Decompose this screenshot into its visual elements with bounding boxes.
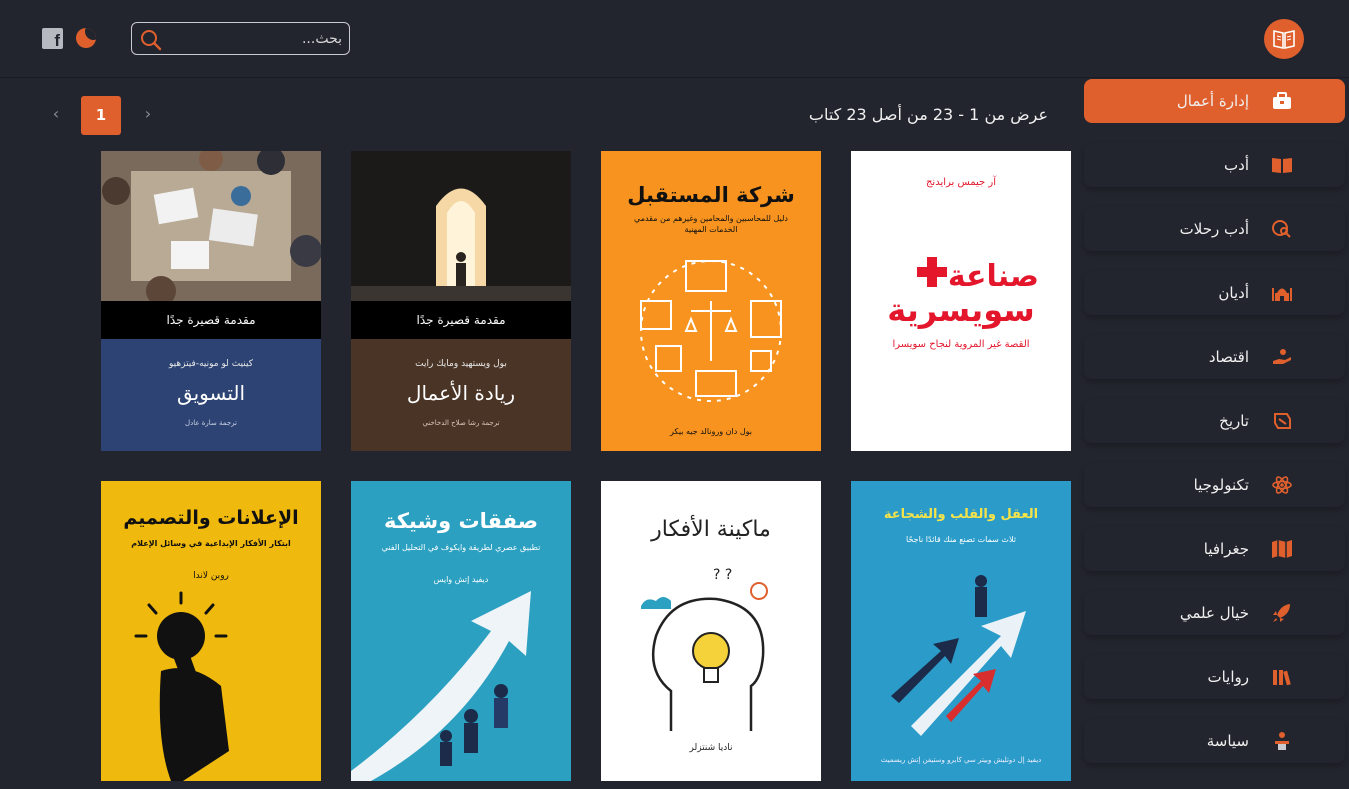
- arrows-illustration: [891, 575, 1026, 736]
- sidebar-item-label: سياسة: [1206, 732, 1249, 750]
- head-lightbulb-illustration: ? ?: [641, 567, 768, 731]
- book-subtitle: ثلاث سمات تصنع منك قائدًا ناجحًا: [906, 535, 1016, 544]
- book-subtitle: تطبيق عصري لطريقة وايكوف في التحليل الفن…: [381, 543, 541, 552]
- sidebar-item-history[interactable]: تاريخ: [1084, 399, 1345, 443]
- book-author: ديفيد إتش وايس: [433, 575, 489, 584]
- book-author: كينيث لو مونيه-فيتزهيو: [169, 359, 253, 369]
- book-title: شركة المستقبل: [627, 183, 795, 207]
- books-icon: [1273, 670, 1291, 686]
- book-title: ماكينة الأفكار: [651, 517, 771, 542]
- book-title: التسويق: [176, 381, 246, 405]
- book-card[interactable]: ماكينة الأفكار ? ? ناديا شنتزلر: [601, 481, 821, 781]
- sidebar-item-label: جغرافيا: [1203, 540, 1249, 558]
- book-subtitle: ابتكار الأفكار الإبداعية في وسائل الإعلا…: [131, 539, 291, 548]
- cover-image: [351, 151, 571, 301]
- mosque-icon: [1272, 288, 1292, 301]
- book-title: صفقات وشيكة: [383, 509, 539, 533]
- hand-coin-icon: [1273, 349, 1291, 364]
- sidebar-item-label: خيال علمي: [1179, 604, 1249, 622]
- book-title: ريادة الأعمال: [406, 381, 516, 405]
- sidebar-item-travel[interactable]: أدب رحلات: [1084, 207, 1345, 251]
- book-card[interactable]: آر جيمس برايدنج صناعة سويسرية القصة غير …: [851, 151, 1071, 451]
- site-logo[interactable]: [1264, 19, 1304, 59]
- scroll-icon: [1274, 413, 1291, 429]
- facebook-icon[interactable]: f: [42, 28, 63, 50]
- book-card[interactable]: مقدمة قصيرة جدًا بول ويستهيد ومايك رايت …: [351, 151, 571, 451]
- page-number-button[interactable]: 1: [81, 96, 121, 135]
- book-translator: ترجمة رشا صلاح الدخاخني: [422, 419, 500, 427]
- atom-icon: [1272, 476, 1292, 494]
- book-author: بول ويستهيد ومايك رايت: [415, 359, 507, 369]
- book-series: مقدمة قصيرة جدًا: [166, 313, 256, 327]
- book-card[interactable]: شركة المستقبل دليل للمحاسبين والمحامين و…: [601, 151, 821, 451]
- sidebar-item-religions[interactable]: أديان: [1084, 271, 1345, 315]
- sidebar-item-novels[interactable]: روايات: [1084, 655, 1345, 699]
- cover-illustration: [640, 260, 782, 402]
- book-title: الإعلانات والتصميم: [123, 507, 299, 529]
- book-card[interactable]: صفقات وشيكة تطبيق عصري لطريقة وايكوف في …: [351, 481, 571, 781]
- open-book-icon: [1273, 30, 1295, 49]
- sidebar-item-label: اقتصاد: [1208, 348, 1249, 366]
- sidebar-item-label: روايات: [1207, 668, 1249, 686]
- category-sidebar: إدارة أعمال أدب أدب رحلات أديان اقتصاد ت…: [1084, 79, 1345, 789]
- book-author: بول دان ورونالد جيه بيكر: [669, 427, 752, 436]
- sidebar-item-literature[interactable]: أدب: [1084, 143, 1345, 187]
- sidebar-item-economy[interactable]: اقتصاد: [1084, 335, 1345, 379]
- book-author: ديفيد إل دوتليش وبيتر سي كايرو وستيفن إت…: [880, 756, 1042, 764]
- book-author: آر جيمس برايدنج: [925, 177, 997, 188]
- sidebar-item-label: أدب: [1224, 156, 1249, 174]
- book-card[interactable]: العقل والقلب والشجاعة ثلاث سمات تصنع منك…: [851, 481, 1071, 781]
- search-icon[interactable]: [140, 29, 162, 51]
- book-title-line2: سويسرية: [887, 291, 1035, 329]
- sidebar-item-label: إدارة أعمال: [1176, 92, 1249, 110]
- book-translator: ترجمة سارة عادل: [185, 419, 237, 427]
- sidebar-item-business[interactable]: إدارة أعمال: [1084, 79, 1345, 123]
- book-card[interactable]: الإعلانات والتصميم ابتكار الأفكار الإبدا…: [101, 481, 321, 781]
- book-subtitle: دليل للمحاسبين والمحامين وغيرهم من مقدمي…: [634, 214, 788, 234]
- briefcase-icon: [1273, 92, 1291, 109]
- book-open-icon: [1272, 158, 1292, 173]
- rocket-icon: [1273, 604, 1290, 622]
- book-series: مقدمة قصيرة جدًا: [416, 313, 506, 327]
- book-author: ناديا شنتزلر: [689, 743, 733, 753]
- book-title: العقل والقلب والشجاعة: [883, 507, 1039, 522]
- globe-search-icon: [1272, 220, 1291, 238]
- cover-image: [101, 151, 321, 301]
- search-box[interactable]: [131, 22, 350, 55]
- pagination-next-button[interactable]: ‹: [46, 104, 66, 124]
- search-input[interactable]: [166, 26, 342, 51]
- map-icon: [1272, 540, 1292, 558]
- top-bar: f: [0, 0, 1349, 78]
- svg-text:? ?: ? ?: [713, 567, 732, 583]
- book-title-line1: صناعة: [947, 259, 1039, 294]
- sidebar-item-geography[interactable]: جغرافيا: [1084, 527, 1345, 571]
- sidebar-item-label: تكنولوجيا: [1193, 476, 1249, 494]
- sidebar-item-science-fiction[interactable]: خيال علمي: [1084, 591, 1345, 635]
- sidebar-item-politics[interactable]: سياسة: [1084, 719, 1345, 763]
- book-subtitle: القصة غير المروية لنجاح سويسرا: [892, 339, 1030, 350]
- pagination-prev-button[interactable]: ›: [138, 104, 158, 124]
- sidebar-item-technology[interactable]: تكنولوجيا: [1084, 463, 1345, 507]
- sidebar-item-label: تاريخ: [1219, 412, 1249, 430]
- podium-icon: [1275, 732, 1289, 750]
- lightbulb-illustration: [134, 591, 229, 781]
- sidebar-item-label: أديان: [1218, 284, 1249, 302]
- moon-icon[interactable]: [76, 28, 96, 48]
- results-count: عرض من 1 - 23 من أصل 23 كتاب: [808, 105, 1048, 124]
- sidebar-item-label: أدب رحلات: [1179, 220, 1249, 238]
- book-card[interactable]: مقدمة قصيرة جدًا كينيث لو مونيه-فيتزهيو …: [101, 151, 321, 451]
- book-author: روبن لاندا: [193, 571, 229, 581]
- rising-arrow-illustration: [351, 591, 531, 781]
